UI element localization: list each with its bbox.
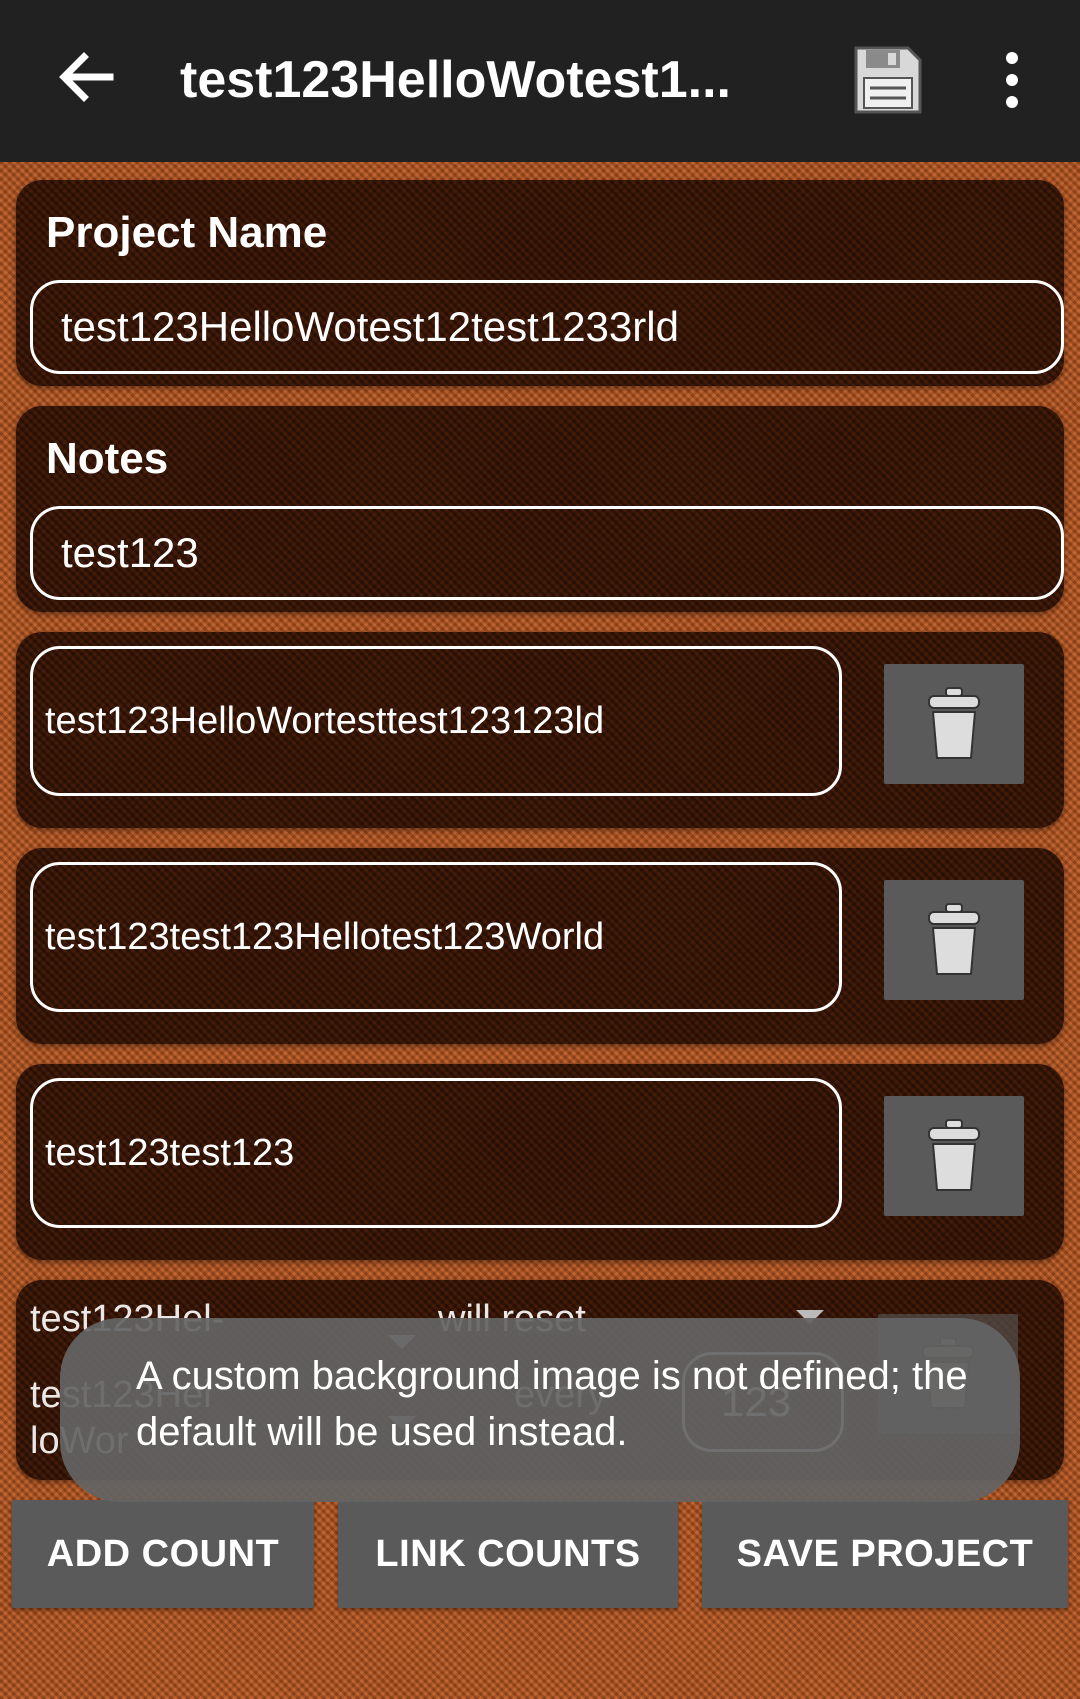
app-bar: test123HelloWotest1... — [0, 0, 1080, 162]
save-project-button[interactable]: SAVE PROJECT — [702, 1500, 1068, 1608]
notes-input[interactable]: test123 — [30, 506, 1064, 600]
more-vert-icon[interactable] — [992, 48, 1032, 112]
count-name-input[interactable]: test123HelloWortesttest123123ld — [30, 646, 842, 796]
delete-count-button[interactable] — [884, 664, 1024, 784]
add-count-button[interactable]: ADD COUNT — [12, 1500, 314, 1608]
count-card: test123test123Hellotest123World — [16, 848, 1064, 1044]
count-card: test123HelloWortesttest123123ld — [16, 632, 1064, 828]
count-name-input[interactable]: test123test123 — [30, 1078, 842, 1228]
link-counts-button[interactable]: LINK COUNTS — [338, 1500, 678, 1608]
project-name-input[interactable]: test123HelloWotest12test1233rld — [30, 280, 1064, 374]
delete-count-button[interactable] — [884, 880, 1024, 1000]
trash-icon — [928, 903, 980, 975]
notes-card: Notes test123 — [16, 406, 1064, 612]
project-name-label: Project Name — [46, 208, 328, 257]
trash-icon — [928, 1119, 980, 1191]
toast-message: A custom background image is not defined… — [60, 1318, 1020, 1502]
notes-label: Notes — [46, 434, 169, 483]
trash-icon — [928, 687, 980, 759]
app-title: test123HelloWotest1... — [180, 51, 732, 109]
count-name-input[interactable]: test123test123Hellotest123World — [30, 862, 842, 1012]
floppy-disk-icon[interactable] — [852, 44, 924, 116]
count-card: test123test123 — [16, 1064, 1064, 1260]
delete-count-button[interactable] — [884, 1096, 1024, 1216]
project-name-card: Project Name test123HelloWotest12test123… — [16, 180, 1064, 386]
back-arrow-icon[interactable] — [52, 42, 122, 112]
